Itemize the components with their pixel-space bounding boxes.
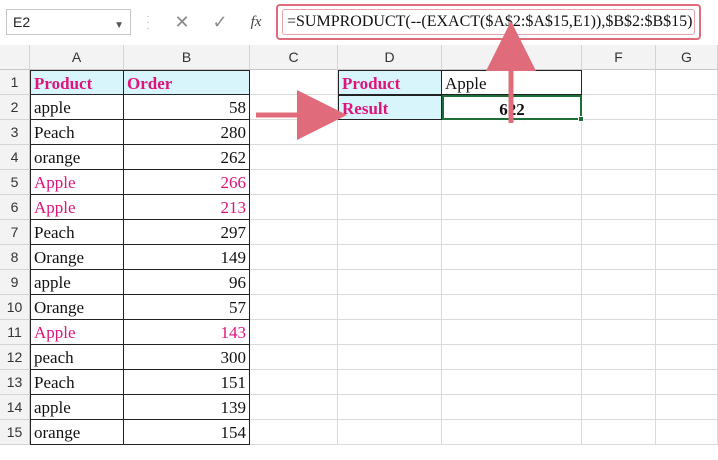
annotation-arrows [256, 21, 536, 140]
